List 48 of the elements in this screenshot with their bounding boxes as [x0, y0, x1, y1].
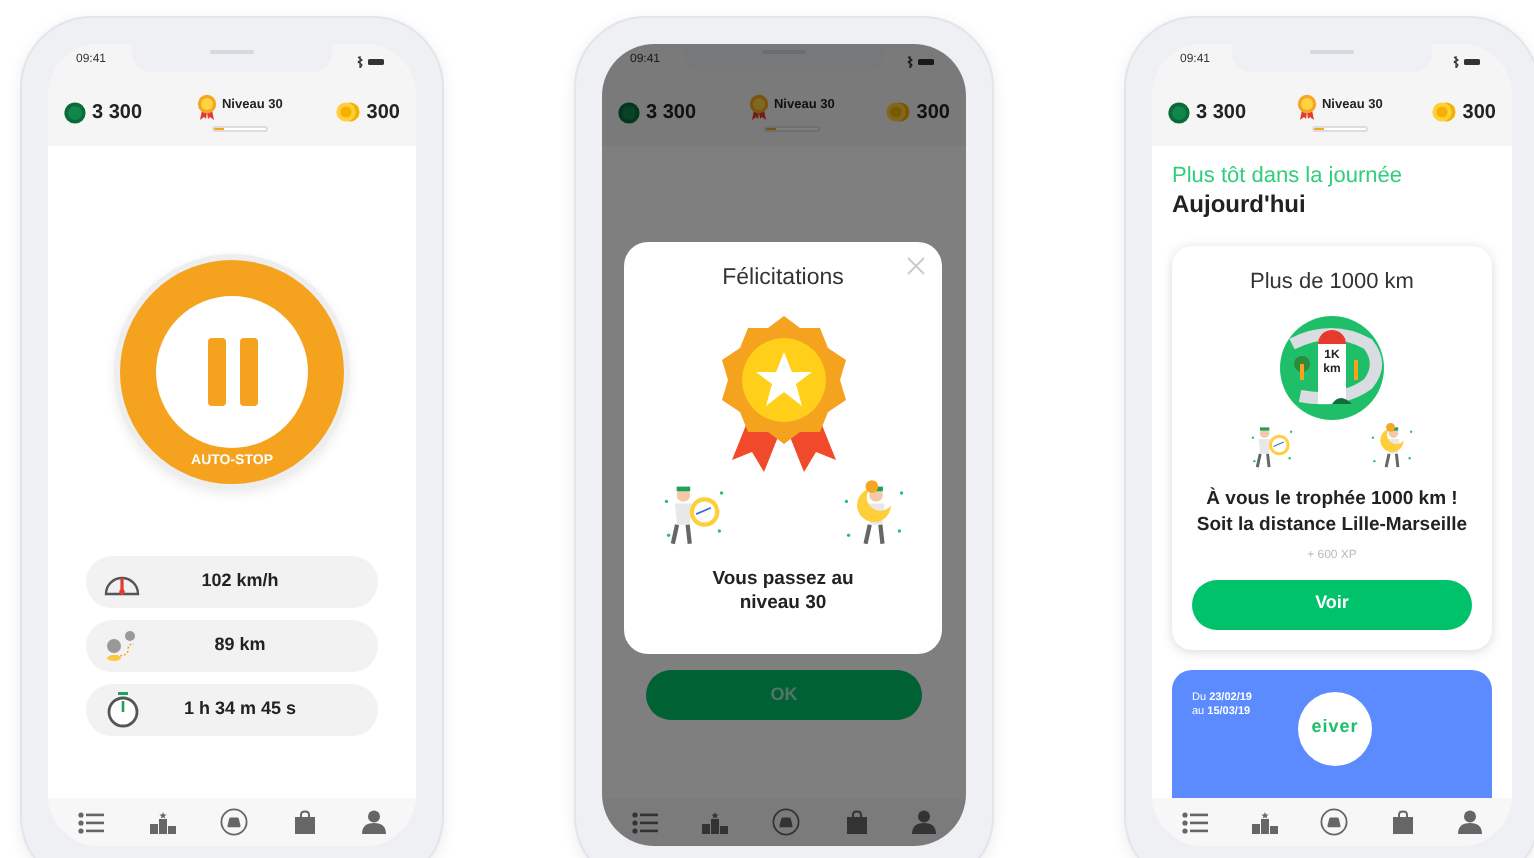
day-heading: Aujourd'hui: [1172, 190, 1308, 220]
trip-stat-value: 1 h 34 m 45 s: [181, 696, 299, 723]
medal-icon: [1295, 93, 1318, 119]
medal-icon: [747, 93, 770, 119]
xp-total: 3 300: [92, 99, 143, 127]
view-button[interactable]: Voir: [1192, 579, 1472, 629]
coins-icon: [1432, 100, 1457, 124]
trophy-message: À vous le trophée 1000 km !: [1206, 485, 1458, 511]
xp-badge-icon: [1168, 101, 1190, 123]
coins-icon: [336, 100, 361, 124]
shopping-bag-icon[interactable]: [845, 810, 868, 834]
medal-icon: [195, 93, 218, 119]
dialog-title: Félicitations: [722, 264, 844, 294]
trophy-message: Soit la distance Lille-Marseille: [1196, 511, 1468, 537]
xp-badge-icon: [64, 101, 86, 123]
coin-total: 300: [916, 99, 950, 127]
podium-icon[interactable]: [1251, 811, 1278, 833]
podium-icon[interactable]: [149, 811, 176, 833]
ok-button[interactable]: OK: [646, 670, 922, 720]
profile-icon[interactable]: [1458, 810, 1483, 834]
person-drawing: [1368, 419, 1416, 469]
battery-icon: [356, 55, 388, 67]
route-icon: [104, 628, 140, 664]
coins-icon: [886, 100, 911, 124]
xp-badge-icon: [618, 101, 640, 123]
brand-logo: eiver: [1298, 691, 1372, 765]
profile-icon[interactable]: [911, 810, 936, 834]
stopwatch-icon: [105, 692, 139, 728]
list-icon[interactable]: [78, 811, 105, 833]
card-title: Plus de 1000 km: [1250, 268, 1414, 298]
shopping-bag-icon[interactable]: [294, 810, 317, 834]
dialog-message: Vous passez au niveau 30: [710, 568, 856, 617]
list-icon[interactable]: [632, 811, 659, 833]
shopping-bag-icon[interactable]: [1392, 810, 1415, 834]
xp-total: 3 300: [646, 99, 697, 127]
trip-stat-value: 89 km: [212, 632, 268, 659]
podium-icon[interactable]: [702, 811, 729, 833]
profile-icon[interactable]: [361, 810, 386, 834]
coin-total: 300: [366, 99, 400, 127]
trip-stat-value: 102 km/h: [199, 568, 281, 595]
battery-icon: [1452, 55, 1484, 67]
coin-total: 300: [1462, 99, 1496, 127]
milestone-drawing: [1280, 315, 1384, 419]
person-drawing: [839, 476, 907, 549]
battery-icon: [906, 55, 938, 67]
section-label: Plus tôt dans la journée: [1172, 162, 1404, 190]
list-icon[interactable]: [1181, 811, 1208, 833]
xp-total: 3 300: [1196, 99, 1247, 127]
